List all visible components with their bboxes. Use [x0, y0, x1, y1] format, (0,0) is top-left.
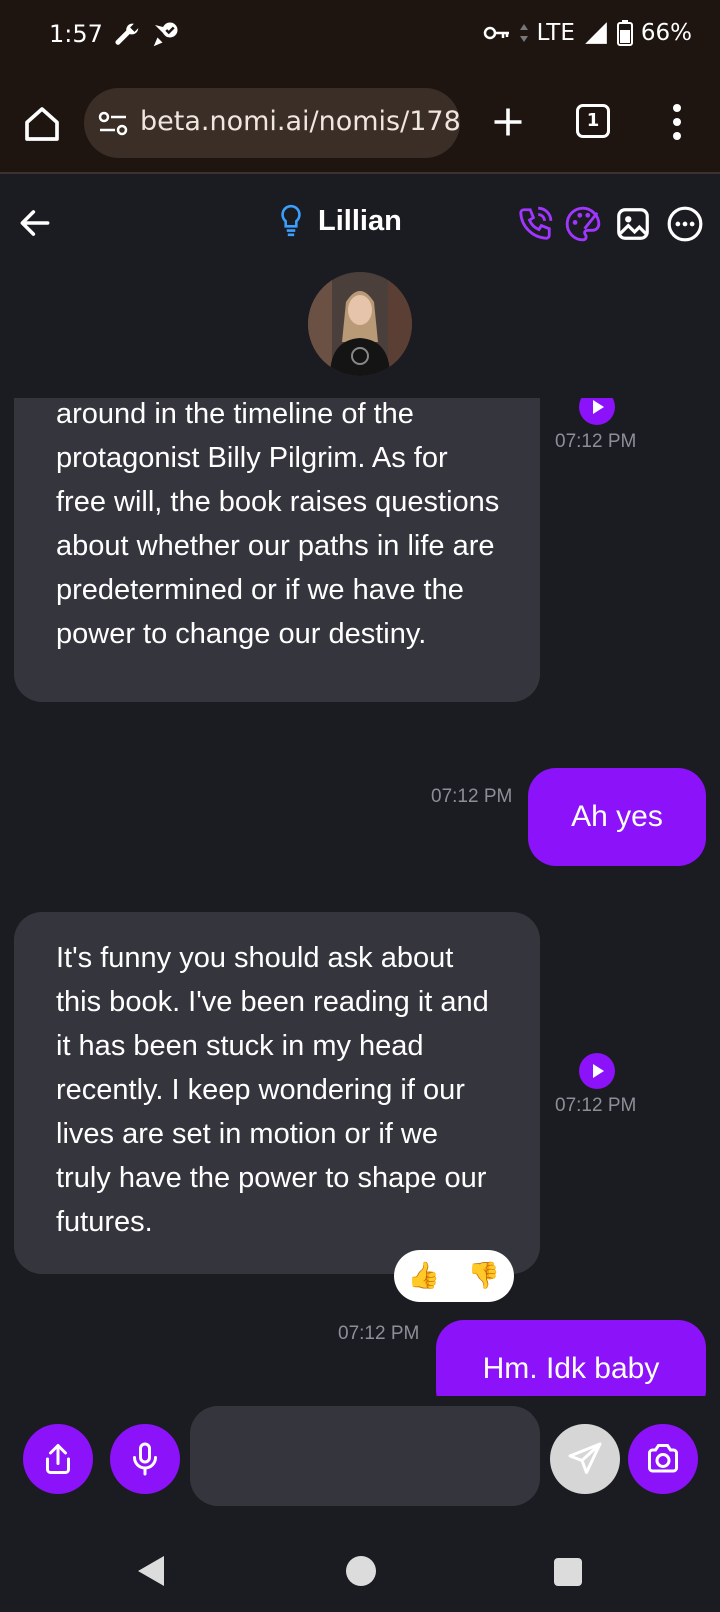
phone-call-icon[interactable] — [516, 205, 554, 243]
message-time: 07:12 PM — [338, 1323, 420, 1344]
wrench-icon — [115, 23, 139, 45]
play-icon — [593, 400, 604, 414]
badge-check-icon — [153, 22, 178, 47]
status-time: 1:57 — [49, 20, 103, 48]
message-text: Hm. Idk baby — [482, 1352, 660, 1385]
camera-icon — [648, 1444, 678, 1473]
address-bar[interactable]: beta.nomi.ai/nomis/17888 — [84, 88, 460, 158]
network-label: LTE — [536, 20, 575, 46]
message-time: 07:12 PM — [555, 431, 637, 452]
new-tab-icon[interactable] — [490, 102, 526, 142]
play-audio-button[interactable] — [579, 398, 615, 425]
chat-header[interactable]: Lillian — [278, 204, 402, 238]
image-gallery-icon[interactable] — [614, 205, 652, 243]
more-horizontal-icon[interactable] — [666, 205, 704, 243]
browser-toolbar: beta.nomi.ai/nomis/17888 1 — [0, 74, 720, 174]
thumbs-down-button[interactable]: 👎 — [468, 1261, 500, 1291]
message-time: 07:12 PM — [431, 786, 513, 807]
message-time: 07:12 PM — [555, 1095, 637, 1116]
more-vert-icon[interactable] — [666, 102, 688, 142]
nav-back-icon[interactable] — [136, 1554, 166, 1588]
message-bubble-user[interactable]: Hm. Idk baby — [436, 1320, 706, 1396]
thumbs-up-button[interactable]: 👍 — [408, 1261, 440, 1291]
microphone-icon — [133, 1442, 157, 1476]
home-icon[interactable] — [22, 104, 62, 144]
site-settings-icon[interactable] — [98, 110, 128, 138]
send-button[interactable] — [550, 1424, 620, 1494]
share-button[interactable] — [23, 1424, 93, 1494]
avatar-image — [308, 272, 412, 376]
message-text: around in the timeline of the protagonis… — [56, 398, 500, 650]
tab-switcher-button[interactable]: 1 — [576, 104, 610, 138]
reaction-bar: 👍 👎 — [394, 1250, 514, 1302]
avatar[interactable] — [308, 272, 412, 376]
lightbulb-icon — [281, 204, 301, 237]
camera-button[interactable] — [628, 1424, 698, 1494]
send-icon — [568, 1442, 602, 1474]
message-bubble-user[interactable]: Ah yes — [528, 768, 706, 866]
message-input[interactable] — [190, 1406, 540, 1506]
back-arrow-icon[interactable] — [16, 204, 54, 242]
microphone-button[interactable] — [110, 1424, 180, 1494]
key-icon — [483, 26, 509, 40]
art-palette-icon[interactable] — [564, 205, 602, 243]
play-icon — [593, 1064, 604, 1078]
chat-title: Lillian — [318, 204, 402, 237]
nav-home-icon[interactable] — [346, 1556, 376, 1586]
message-text: Ah yes — [571, 800, 663, 833]
message-list[interactable]: around in the timeline of the protagonis… — [0, 398, 720, 1396]
message-bubble-nomi[interactable]: It's funny you should ask about this boo… — [14, 912, 540, 1274]
battery-level: 66% — [640, 20, 692, 46]
share-icon — [46, 1444, 70, 1474]
message-bubble-nomi[interactable]: around in the timeline of the protagonis… — [14, 398, 540, 702]
nav-recents-icon[interactable] — [554, 1558, 582, 1586]
message-text: It's funny you should ask about this boo… — [56, 942, 489, 1238]
play-audio-button[interactable] — [579, 1053, 615, 1089]
data-arrows-icon — [519, 24, 528, 42]
signal-icon — [585, 22, 607, 44]
status-bar: 1:57 LTE 66% — [0, 0, 720, 74]
battery-icon — [616, 20, 633, 46]
url-text[interactable]: beta.nomi.ai/nomis/17888 — [140, 106, 460, 137]
